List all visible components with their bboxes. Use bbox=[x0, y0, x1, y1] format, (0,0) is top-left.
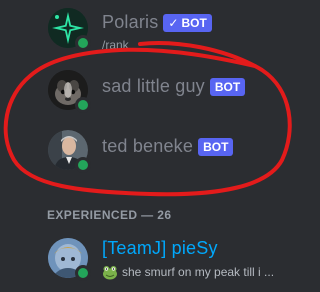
member-activity: /rank bbox=[102, 38, 129, 52]
member-list-panel: Polaris ✓ BOT /rank sad little guy BOT t… bbox=[0, 0, 305, 292]
member-name-line: [TeamJ] pieSy bbox=[102, 238, 218, 259]
verified-bot-tag: ✓ BOT bbox=[163, 13, 212, 32]
avatar-wrap bbox=[48, 238, 91, 281]
checkmark-icon: ✓ bbox=[168, 15, 179, 30]
member-item-teamj-piesy[interactable]: [TeamJ] pieSy she smurf on my peak till … bbox=[40, 234, 305, 282]
bot-tag: BOT bbox=[209, 77, 246, 96]
member-item-sad-little-guy[interactable]: sad little guy BOT bbox=[40, 66, 305, 114]
member-name-line: ted beneke BOT bbox=[102, 136, 234, 157]
member-name-line: sad little guy BOT bbox=[102, 76, 246, 97]
online-status-dot bbox=[75, 265, 91, 281]
custom-status-text: she smurf on my peak till i ... bbox=[122, 265, 275, 279]
member-item-ted-beneke[interactable]: ted beneke BOT bbox=[40, 126, 305, 174]
member-item-polaris[interactable]: Polaris ✓ BOT /rank bbox=[40, 8, 305, 56]
member-name: [TeamJ] pieSy bbox=[102, 238, 218, 258]
bot-tag: BOT bbox=[198, 137, 234, 156]
online-status-dot bbox=[75, 35, 91, 51]
custom-status: she smurf on my peak till i ... bbox=[102, 264, 274, 280]
member-name-line: Polaris ✓ BOT bbox=[102, 12, 212, 33]
bot-tag-label: BOT bbox=[181, 15, 207, 30]
member-name: sad little guy bbox=[102, 76, 205, 96]
online-status-dot bbox=[75, 97, 91, 113]
avatar-wrap bbox=[48, 70, 91, 113]
online-status-dot bbox=[75, 157, 91, 173]
member-name: Polaris bbox=[102, 12, 159, 32]
member-group-header: EXPERIENCED — 26 bbox=[47, 208, 172, 222]
avatar-wrap bbox=[48, 130, 91, 173]
member-name: ted beneke bbox=[102, 136, 194, 156]
frog-emoji-icon bbox=[103, 266, 117, 280]
avatar-wrap bbox=[48, 8, 91, 51]
